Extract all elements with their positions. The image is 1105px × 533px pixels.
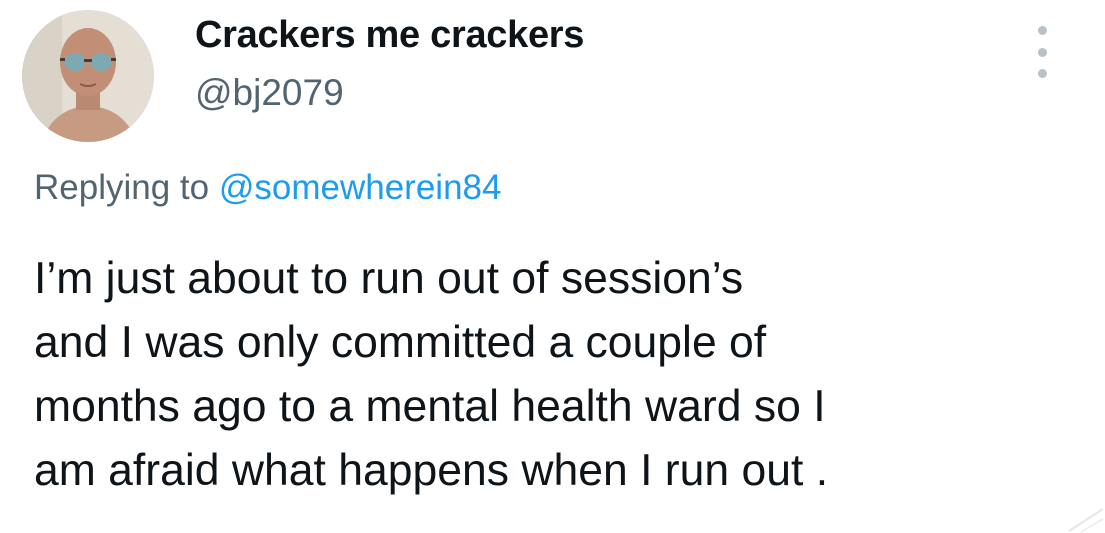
author-display-name[interactable]: Crackers me crackers <box>195 14 584 57</box>
avatar[interactable] <box>22 10 154 142</box>
more-options-button[interactable] <box>1032 26 1052 78</box>
tweet-text: I’m just about to run out of session’s a… <box>34 247 1074 503</box>
more-vertical-icon-dot-3 <box>1037 69 1047 78</box>
user-avatar-photo-icon <box>22 10 154 142</box>
more-vertical-icon-dot-2 <box>1037 47 1047 57</box>
reply-mention-link[interactable]: @somewherein84 <box>219 168 502 207</box>
author-handle[interactable]: @bj2079 <box>195 72 344 114</box>
tweet-text-line: I’m just about to run out of session’s <box>34 254 744 303</box>
more-vertical-icon <box>1037 26 1047 35</box>
corner-scratch-mark <box>1068 508 1104 533</box>
tweet-text-line: and I was only committed a couple of <box>34 318 767 367</box>
reply-context: Replying to @somewherein84 <box>34 168 501 208</box>
reply-prefix: Replying to <box>34 168 210 207</box>
tweet-card: Crackers me crackers @bj2079 Replying to… <box>0 0 1105 533</box>
tweet-text-line: am afraid what happens when I run out . <box>34 446 829 495</box>
tweet-text-line: months ago to a mental health ward so I <box>34 382 826 431</box>
